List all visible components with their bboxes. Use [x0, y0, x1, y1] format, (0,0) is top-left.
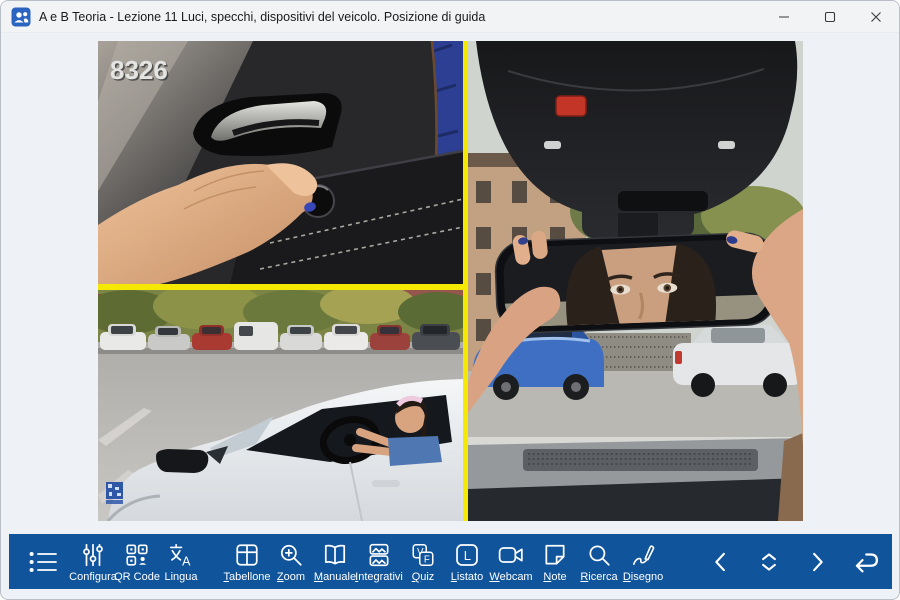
navigation-group [700, 547, 886, 577]
title-bar: A e B Teoria - Lezione 11 Luci, specchi,… [1, 1, 899, 33]
photo-rearview-mirror [468, 41, 803, 521]
image-stack-icon [366, 542, 392, 568]
slide-left-column: 8326 8326 [98, 41, 463, 521]
toolbar-button-qr-code[interactable]: QR Code [115, 540, 159, 583]
chevron-up-down-icon [755, 548, 783, 576]
minimize-icon [778, 11, 790, 23]
toolbar-button-configura[interactable]: Configura [71, 540, 115, 583]
toolbar-button-webcam[interactable]: Webcam [489, 540, 533, 583]
toolbar-label: Lingua [164, 571, 197, 583]
toolbar-button-disegno[interactable]: Disegno [621, 540, 665, 583]
scroll-up-down-button[interactable] [748, 548, 790, 576]
toolbar-label: QR Code [114, 571, 160, 583]
toolbar-label: Configura [69, 571, 117, 583]
photo-door-panel-mirror-control: 8326 8326 [98, 41, 463, 284]
sos-button [556, 96, 586, 116]
toolbar-button-integrativi[interactable]: Integrativi [357, 540, 401, 583]
index-menu-button[interactable] [23, 548, 63, 576]
bottom-toolbar: Configura QR Code A Lingua Tabellone [9, 534, 892, 589]
toolbar-button-note[interactable]: Note [533, 540, 577, 583]
close-icon [870, 11, 882, 23]
toolbar-label: Note [543, 571, 566, 583]
zoom-in-icon [278, 542, 304, 568]
true-false-icon: V F [410, 542, 436, 568]
table-grid-icon [234, 542, 260, 568]
sliders-icon [80, 542, 106, 568]
previous-button[interactable] [700, 548, 742, 576]
publisher-watermark [106, 482, 123, 504]
toolbar-label: Integrativi [355, 571, 403, 583]
return-button[interactable] [844, 547, 886, 577]
chevron-right-icon [803, 548, 831, 576]
photo-driver-parking-lot [98, 290, 463, 521]
svg-text:F: F [424, 554, 430, 565]
side-mirror [156, 449, 208, 473]
list-menu-icon [28, 548, 58, 576]
lesson-slide: 8326 8326 [98, 41, 803, 521]
toolbar-button-ricerca[interactable]: Ricerca [577, 540, 621, 583]
toolbar-button-listato[interactable]: L Listato [445, 540, 489, 583]
toolbar-button-lingua[interactable]: A Lingua [159, 540, 203, 583]
pen-signature-icon [630, 542, 656, 568]
return-arrow-icon [850, 547, 880, 577]
open-book-icon [322, 542, 348, 568]
toolbar-label: Zoom [277, 571, 305, 583]
svg-text:A: A [182, 554, 191, 568]
toolbar-label: Listato [451, 571, 483, 583]
app-people-icon [11, 7, 31, 27]
toolbar-label: Quiz [412, 571, 435, 583]
sticky-note-icon [542, 542, 568, 568]
search-icon [586, 542, 612, 568]
maximize-button[interactable] [807, 1, 853, 32]
maximize-icon [824, 11, 836, 23]
window-title: A e B Teoria - Lezione 11 Luci, specchi,… [39, 10, 485, 24]
app-window: A e B Teoria - Lezione 11 Luci, specchi,… [0, 0, 900, 600]
window-controls [761, 1, 899, 32]
qr-code-icon [124, 542, 150, 568]
toolbar-label: Webcam [489, 571, 532, 583]
toolbar-label: Tabellone [223, 571, 270, 583]
minimize-button[interactable] [761, 1, 807, 32]
letter-l-box-icon: L [454, 542, 480, 568]
translate-icon: A [168, 542, 194, 568]
toolbar-label: Manuale [314, 571, 356, 583]
toolbar-button-tabellone[interactable]: Tabellone [225, 540, 269, 583]
next-button[interactable] [796, 548, 838, 576]
toolbar-button-zoom[interactable]: Zoom [269, 540, 313, 583]
toolbar-button-quiz[interactable]: V F Quiz [401, 540, 445, 583]
slide-number: 8326 [110, 55, 168, 85]
dashboard [468, 433, 803, 521]
video-camera-icon [498, 542, 524, 568]
toolbar-label: Disegno [623, 571, 663, 583]
svg-text:L: L [464, 548, 471, 563]
chevron-left-icon [707, 548, 735, 576]
close-button[interactable] [853, 1, 899, 32]
toolbar-button-manuale[interactable]: Manuale [313, 540, 357, 583]
toolbar-label: Ricerca [580, 571, 617, 583]
